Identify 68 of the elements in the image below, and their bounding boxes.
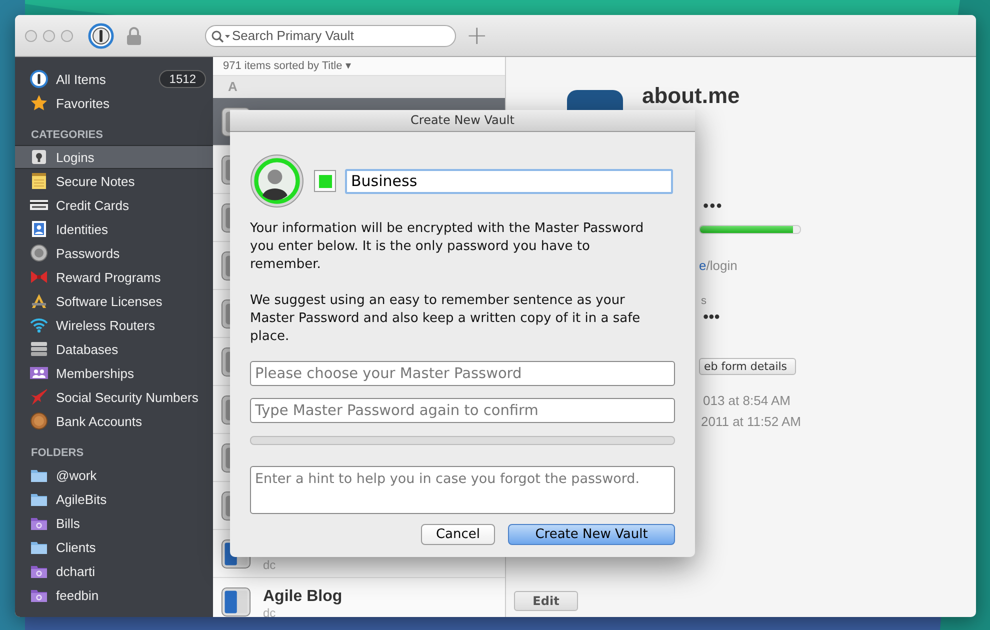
window-control[interactable] [43,30,55,42]
dial-icon [30,244,48,262]
field-label: s [701,295,706,307]
password-dots: ••• [703,198,723,216]
tools-icon [30,292,48,310]
section-heading: FOLDERS [30,446,85,461]
wifi-icon [30,316,48,334]
window-control[interactable] [61,30,73,42]
sidebar-item[interactable]: dcharti [15,559,213,583]
sidebar-item[interactable]: Favorites [15,91,213,115]
sidebar-item[interactable]: All Items 1512 [15,67,213,91]
sidebar-item[interactable]: Secure Notes [15,169,213,193]
sidebar-item[interactable]: Social Security Numbers [15,385,213,409]
people-icon [30,364,48,382]
section-heading: CATEGORIES [30,128,104,143]
avatar[interactable] [250,154,304,208]
sidebar-item[interactable]: Software Licenses [15,289,213,313]
sidebar-item[interactable]: @work [15,463,213,487]
star-icon [30,94,48,112]
keyhole-logo-icon[interactable] [88,22,114,48]
sidebar-item[interactable]: Credit Cards [15,193,213,217]
window-control[interactable] [25,30,37,42]
lock-icon[interactable] [126,26,142,46]
item-subtitle: dc [263,606,277,617]
search-field[interactable]: Search Primary Vault [205,24,456,46]
confirm-password-field[interactable]: Type Master Password again to confirm [250,398,675,423]
cancel-button[interactable]: Cancel [420,524,495,545]
hint-field[interactable]: Enter a hint to help you in case you forgot the password. [250,466,675,514]
color-swatch[interactable] [314,170,336,192]
create-button[interactable]: Create New Vault [508,524,675,545]
item-title: about.me [642,84,740,108]
bow-icon [30,268,48,286]
password-dots: ••• [703,309,720,327]
sidebar-item[interactable]: Wireless Routers [15,313,213,337]
sidebar-item[interactable]: Databases [15,337,213,361]
sidebar-item[interactable]: feedbin [15,583,213,607]
sidebar-item[interactable]: Logins [15,145,213,169]
keyhole-icon [30,148,48,166]
sidebar-item[interactable]: Bank Accounts [15,409,213,433]
web-form-button[interactable]: eb form details [699,358,796,375]
website-text: e/login [699,258,738,273]
sidebar-item[interactable]: Reward Programs [15,265,213,289]
edit-button[interactable]: Edit [514,591,578,611]
sidebar-item[interactable]: Memberships [15,361,213,385]
created-date: 2011 at 11:52 AM [701,414,801,429]
database-icon [30,340,48,358]
sidebar-item[interactable]: AgileBits [15,487,213,511]
section-letter: A [213,76,505,98]
id-card-icon [30,220,48,238]
sidebar-item[interactable]: Passwords [15,241,213,265]
sidebar-item[interactable]: Identities [15,217,213,241]
vault-name-field[interactable]: Business [345,168,673,194]
eagle-icon [30,388,48,406]
search-icon [211,30,231,42]
keyhole-icon [30,70,48,88]
coin-icon [30,412,48,430]
count-badge: 1512 [159,70,206,88]
list-row[interactable]: Agile Blog dc [213,578,505,617]
item-title: Agile Blog [263,588,342,606]
note-icon [30,172,48,190]
modified-date: 013 at 8:54 AM [703,393,790,408]
info-text: Your information will be encrypted with the Master Password you enter below. It is the only password you have to remember. [250,220,645,274]
dialog-title: Create New Vault [230,110,695,132]
password-field[interactable]: Please choose your Master Password [250,361,675,386]
sidebar-item[interactable]: Bills [15,511,213,535]
info-text: We suggest using an easy to remember sentence as your Master Password and also keep a written copy of it in a safe place. [250,292,642,346]
sidebar-item[interactable]: Clients [15,535,213,559]
item-subtitle: dc [263,558,276,572]
